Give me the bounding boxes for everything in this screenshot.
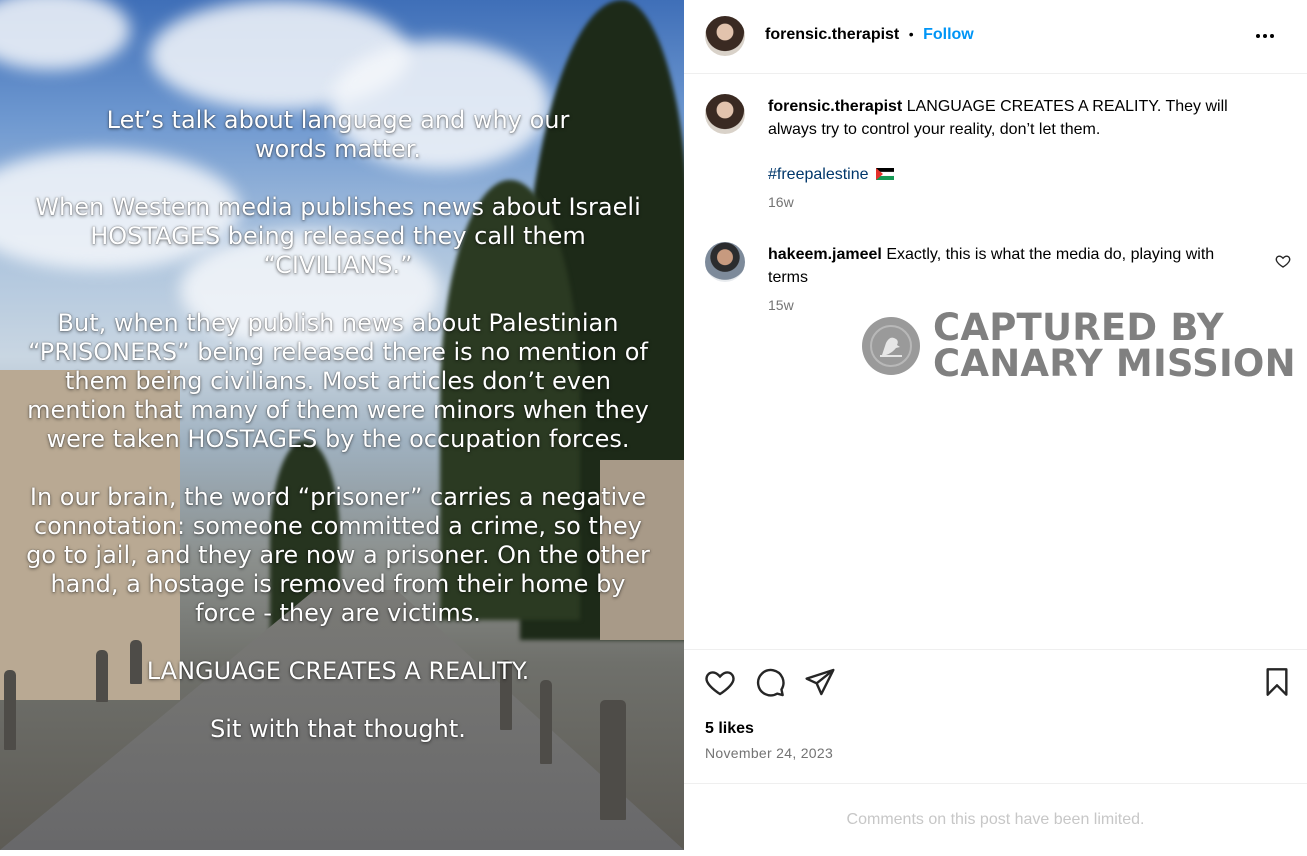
cloud-shape	[0, 0, 130, 70]
comment-username[interactable]: hakeem.jameel	[768, 246, 882, 263]
separator-dot: •	[908, 26, 914, 42]
overlay-paragraph: Let’s talk about language and why our wo…	[106, 106, 570, 163]
comment-age[interactable]: 15w	[768, 297, 794, 313]
bollard-shape	[4, 670, 16, 750]
overlay-paragraph: But, when they publish news about Palest…	[27, 309, 649, 453]
action-bar: 5 likes November 24, 2023	[684, 649, 1307, 784]
caption: forensic.therapist LANGUAGE CREATES A RE…	[768, 95, 1258, 141]
watermark-text: CAPTURED BY CANARY MISSION	[933, 306, 1296, 385]
hashtag-link[interactable]: #freepalestine	[768, 166, 869, 183]
heart-icon[interactable]	[1275, 253, 1291, 269]
comments-limited-notice: Comments on this post have been limited.	[684, 783, 1307, 851]
palestine-flag-icon	[875, 168, 895, 180]
more-horizontal-icon[interactable]	[1256, 34, 1274, 38]
commenter-avatar[interactable]	[705, 242, 745, 282]
post-header: forensic.therapist • Follow	[684, 0, 1307, 74]
overlay-paragraph: Sit with that thought.	[210, 715, 466, 743]
bookmark-icon[interactable]	[1261, 666, 1293, 698]
comment: hakeem.jameel Exactly, this is what the …	[768, 243, 1258, 289]
overlay-paragraph: In our brain, the word “prisoner” carrie…	[26, 483, 650, 627]
likes-count[interactable]: 5 likes	[705, 720, 754, 738]
follow-button[interactable]: Follow	[923, 26, 974, 43]
post-details-panel: forensic.therapist • Follow forensic.the…	[684, 0, 1307, 850]
send-icon[interactable]	[804, 666, 836, 698]
comment-icon[interactable]	[754, 666, 786, 698]
overlay-text: Let’s talk about language and why our wo…	[18, 106, 658, 744]
post-image[interactable]: Let’s talk about language and why our wo…	[0, 0, 684, 850]
overlay-paragraph: When Western media publishes news about …	[35, 193, 641, 279]
watermark-line: CAPTURED BY	[933, 306, 1224, 349]
caption-hashtag-row: #freepalestine	[768, 163, 1258, 186]
heart-icon[interactable]	[704, 666, 736, 698]
watermark-line: CANARY MISSION	[933, 342, 1296, 385]
caption-username[interactable]: forensic.therapist	[768, 98, 902, 115]
post-date: November 24, 2023	[705, 745, 834, 761]
caption-avatar[interactable]	[705, 94, 745, 134]
caption-age[interactable]: 16w	[768, 194, 794, 210]
header-username[interactable]: forensic.therapist	[765, 26, 899, 43]
canary-bird-icon	[862, 317, 920, 375]
overlay-paragraph: LANGUAGE CREATES A REALITY.	[146, 657, 530, 685]
header-user-row: forensic.therapist • Follow	[765, 26, 974, 44]
canary-mission-watermark: CAPTURED BY CANARY MISSION	[862, 309, 1296, 390]
avatar[interactable]	[705, 16, 745, 56]
